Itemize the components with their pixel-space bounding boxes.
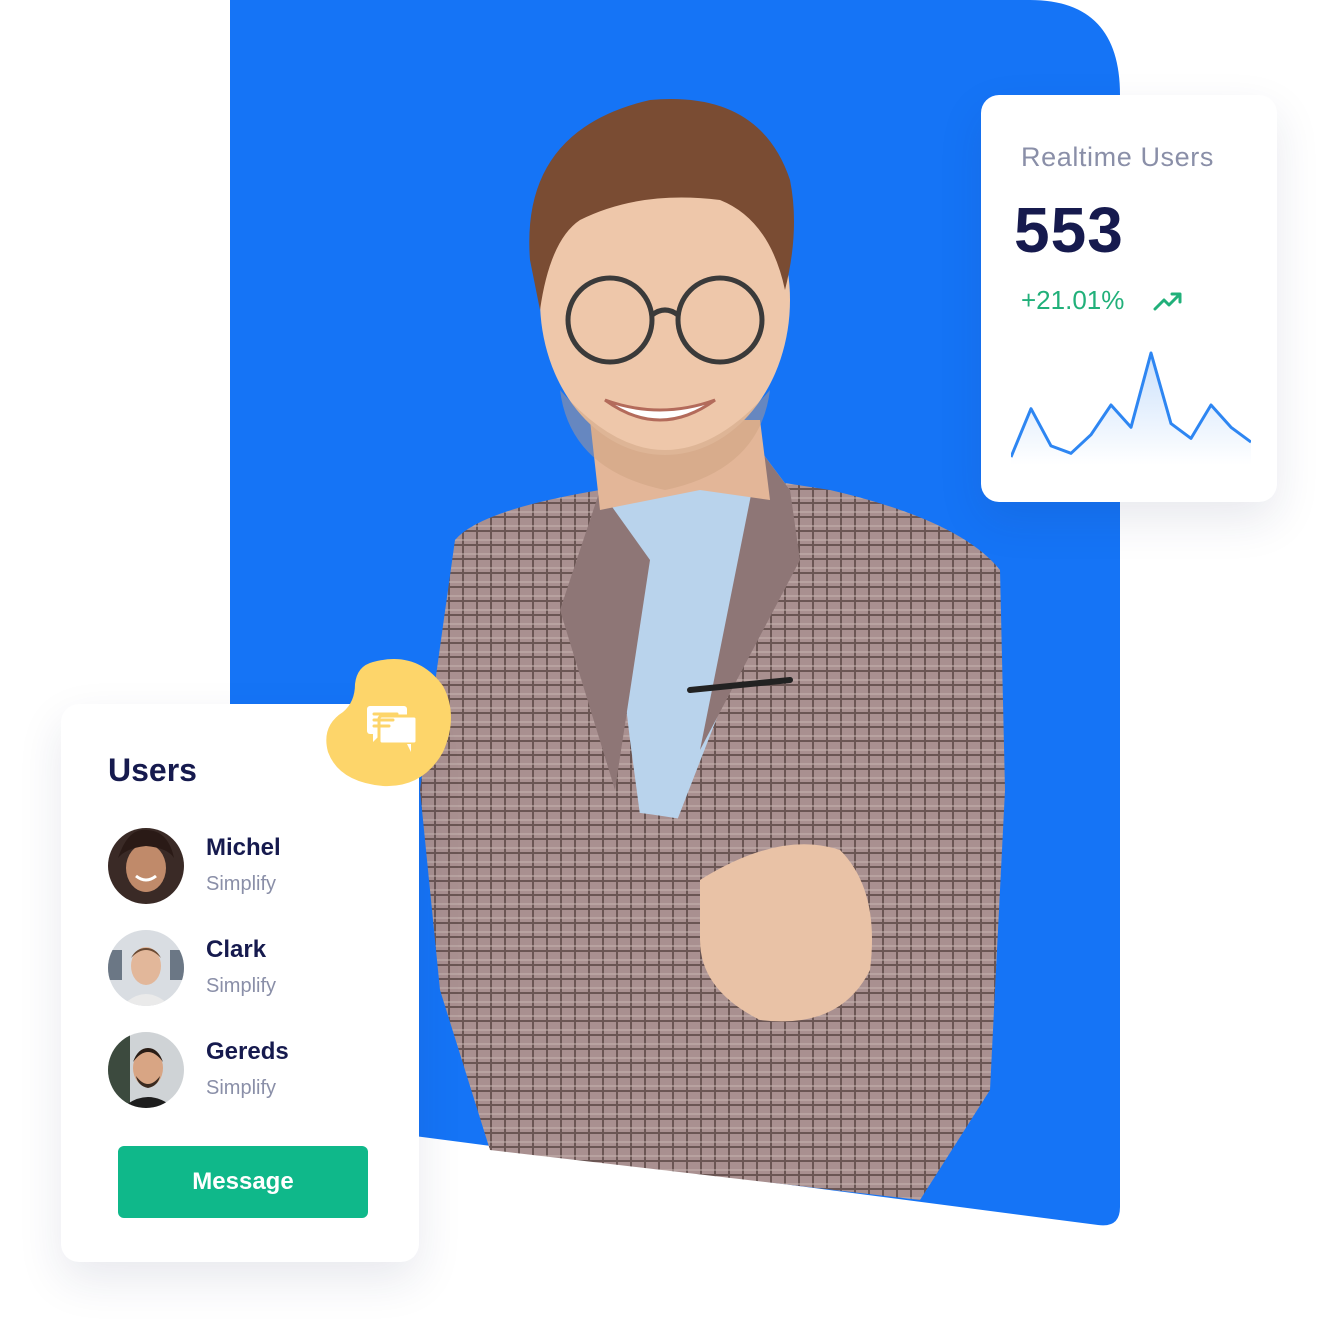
realtime-users-change: +21.01% bbox=[1021, 285, 1125, 315]
avatar bbox=[108, 930, 184, 1006]
realtime-users-title: Realtime Users bbox=[1021, 142, 1214, 172]
avatar bbox=[108, 828, 184, 904]
realtime-users-count: 553 bbox=[1014, 194, 1124, 266]
message-button[interactable]: Message bbox=[118, 1146, 368, 1218]
chat-bubbles-icon[interactable] bbox=[325, 656, 453, 788]
trending-up-icon bbox=[1153, 292, 1182, 311]
avatar bbox=[108, 1032, 184, 1108]
user-name: Gereds bbox=[206, 1038, 289, 1065]
user-list-item[interactable]: Clark Simplify bbox=[108, 930, 388, 1008]
hero-person-image bbox=[420, 99, 1005, 1200]
realtime-users-card: Realtime Users 553 +21.01% bbox=[981, 95, 1277, 502]
users-card-title: Users bbox=[108, 752, 197, 788]
user-name: Clark bbox=[206, 936, 267, 963]
user-subtitle: Simplify bbox=[206, 975, 277, 997]
user-list-item[interactable]: Michel Simplify bbox=[108, 828, 388, 906]
user-subtitle: Simplify bbox=[206, 873, 277, 895]
realtime-sparkline bbox=[1011, 351, 1251, 465]
user-name: Michel bbox=[206, 834, 281, 861]
user-list-item[interactable]: Gereds Simplify bbox=[108, 1032, 388, 1110]
user-subtitle: Simplify bbox=[206, 1077, 277, 1099]
